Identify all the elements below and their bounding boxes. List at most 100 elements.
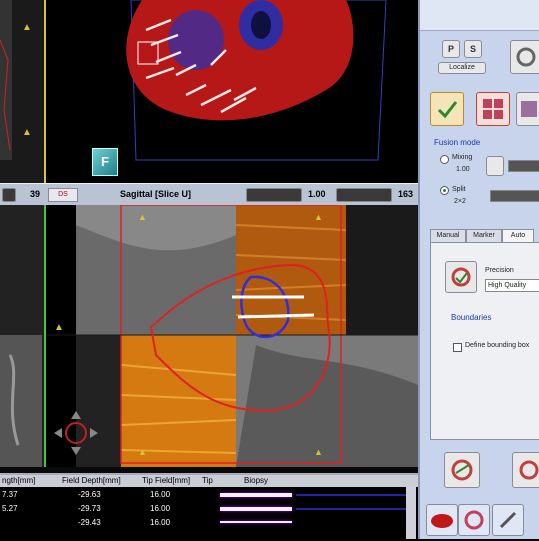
boundaries-label: Boundaries — [451, 313, 492, 322]
col-field-depth: Field Depth[mm] — [62, 476, 121, 485]
check-icon — [437, 101, 458, 119]
fusion-check-button[interactable] — [430, 92, 464, 126]
cell-length: 5.27 — [2, 504, 18, 513]
view-title: Sagittal [Slice U] — [120, 189, 192, 199]
auto-register-button[interactable] — [445, 261, 477, 293]
orientation-cube[interactable]: F — [92, 148, 118, 176]
rotate-right-button[interactable] — [512, 452, 539, 488]
cell-length: 7.37 — [2, 490, 18, 499]
svg-text:▲: ▲ — [314, 212, 323, 222]
cell-depth: -29.63 — [78, 490, 101, 499]
sagittal-view-toolbar: 39 DS Sagittal [Slice U] 1.00 163 — [0, 183, 418, 207]
fusion-target-button[interactable] — [458, 504, 490, 536]
biopsy-bar — [220, 507, 292, 511]
svg-text:▲: ▲ — [138, 447, 147, 457]
view-tag[interactable]: DS — [48, 188, 78, 202]
panel-header — [420, 0, 539, 31]
fusion-split-view: ▲ ▲ ▲ ▲ ▲ — [46, 205, 418, 467]
cell-depth: -29.43 — [78, 518, 101, 527]
cell-tip-field: 16.00 — [150, 504, 171, 513]
table-row[interactable]: 5.27 -29.73 16.00 — [0, 503, 418, 515]
mixing-radio[interactable] — [440, 155, 449, 164]
tab-manual[interactable]: Manual — [430, 229, 466, 243]
top-left-pane[interactable]: ▲ ▲ — [0, 0, 46, 183]
s-button[interactable]: S — [464, 40, 482, 58]
mixing-adjust-button[interactable] — [486, 156, 504, 176]
mixing-slider[interactable] — [508, 160, 539, 172]
bounding-box-label: Define bounding box — [465, 342, 530, 349]
layers-icon — [521, 101, 537, 117]
localize-label: Localize — [449, 64, 475, 71]
biopsy-bar — [220, 493, 292, 497]
grid-icon — [483, 99, 503, 119]
organ-icon — [431, 514, 453, 528]
svg-text:▲: ▲ — [22, 22, 32, 33]
left-value: 39 — [30, 189, 41, 199]
bounding-box-checkbox[interactable] — [453, 343, 462, 352]
fusion-mode-label: Fusion mode — [434, 138, 481, 147]
tab-auto[interactable]: Auto — [502, 229, 534, 242]
value-2: 163 — [398, 189, 414, 199]
top-3d-view[interactable]: ▲ ▲ F — [0, 0, 418, 183]
table-scrollbar[interactable] — [406, 487, 416, 539]
s-button-label: S — [469, 44, 476, 54]
rotate-left-button[interactable] — [444, 452, 480, 488]
split-radio[interactable] — [440, 186, 449, 195]
sagittal-left-pane-graphic — [0, 335, 42, 467]
gear-icon — [516, 47, 536, 67]
target-icon — [464, 510, 484, 530]
biopsy-track — [296, 508, 406, 510]
right-control-panel: P S Localize Fusion mode Mixing 1.00 Spl… — [418, 0, 539, 539]
svg-text:▲: ▲ — [54, 322, 64, 333]
mixing-label: Mixing — [452, 154, 473, 161]
col-tip-field: Tip Field[mm] — [142, 476, 191, 485]
cell-depth: -29.73 — [78, 504, 101, 513]
precision-value: High Quality — [488, 282, 527, 289]
localize-button[interactable]: Localize — [438, 62, 486, 74]
svg-text:▲: ▲ — [138, 212, 147, 222]
biopsy-track — [296, 494, 406, 496]
overlay-button[interactable] — [516, 92, 539, 126]
svg-text:▲: ▲ — [22, 127, 32, 138]
tab-manual-label: Manual — [436, 232, 460, 239]
svg-text:▲: ▲ — [314, 447, 323, 457]
register-icon — [451, 267, 471, 287]
p-button-label: P — [447, 44, 454, 54]
settings-button[interactable] — [510, 40, 539, 74]
split-value: 2×2 — [454, 198, 466, 205]
split-radio-dot — [443, 189, 446, 192]
tab-marker[interactable]: Marker — [466, 229, 502, 243]
table-row[interactable]: -29.43 16.00 — [0, 517, 418, 529]
left-slider-button[interactable] — [2, 188, 16, 202]
needle-button[interactable] — [492, 504, 524, 536]
pan-navigator-icon[interactable] — [54, 411, 98, 455]
rotate-icon — [451, 459, 473, 481]
precision-select[interactable]: High Quality — [485, 279, 539, 292]
needle-icon — [499, 511, 517, 529]
top-left-pane-graphic: ▲ ▲ — [0, 0, 32, 160]
tab-auto-label: Auto — [510, 232, 526, 239]
cell-tip-field: 16.00 — [150, 518, 171, 527]
auto-tab-content: Precision High Quality Boundaries Define… — [430, 242, 539, 440]
p-button[interactable]: P — [442, 40, 460, 58]
col-tip: Tip — [202, 476, 213, 485]
sagittal-view[interactable]: ▲ ▲ ▲ ▲ ▲ — [0, 205, 418, 467]
value-1: 1.00 — [308, 189, 326, 199]
view-tag-label: DS — [58, 191, 68, 198]
col-biopsy: Biopsy — [244, 476, 269, 485]
sagittal-left-pane[interactable] — [0, 205, 46, 467]
mixing-value: 1.00 — [456, 166, 470, 173]
grid-view-button[interactable] — [476, 92, 510, 126]
biopsy-table: ngth[mm] Field Depth[mm] Tip Field[mm] T… — [0, 473, 418, 541]
split-label: Split — [452, 186, 466, 193]
table-header: ngth[mm] Field Depth[mm] Tip Field[mm] T… — [0, 475, 418, 487]
tab-marker-label: Marker — [473, 232, 495, 239]
table-row[interactable]: 7.37 -29.63 16.00 — [0, 489, 418, 501]
prostate-model-button[interactable] — [426, 504, 458, 536]
slice-slider-1[interactable] — [246, 188, 302, 202]
precision-label: Precision — [485, 267, 514, 274]
split-slider[interactable] — [490, 190, 539, 202]
slice-slider-2[interactable] — [336, 188, 392, 202]
cell-tip-field: 16.00 — [150, 490, 171, 499]
biopsy-bar — [220, 521, 292, 523]
